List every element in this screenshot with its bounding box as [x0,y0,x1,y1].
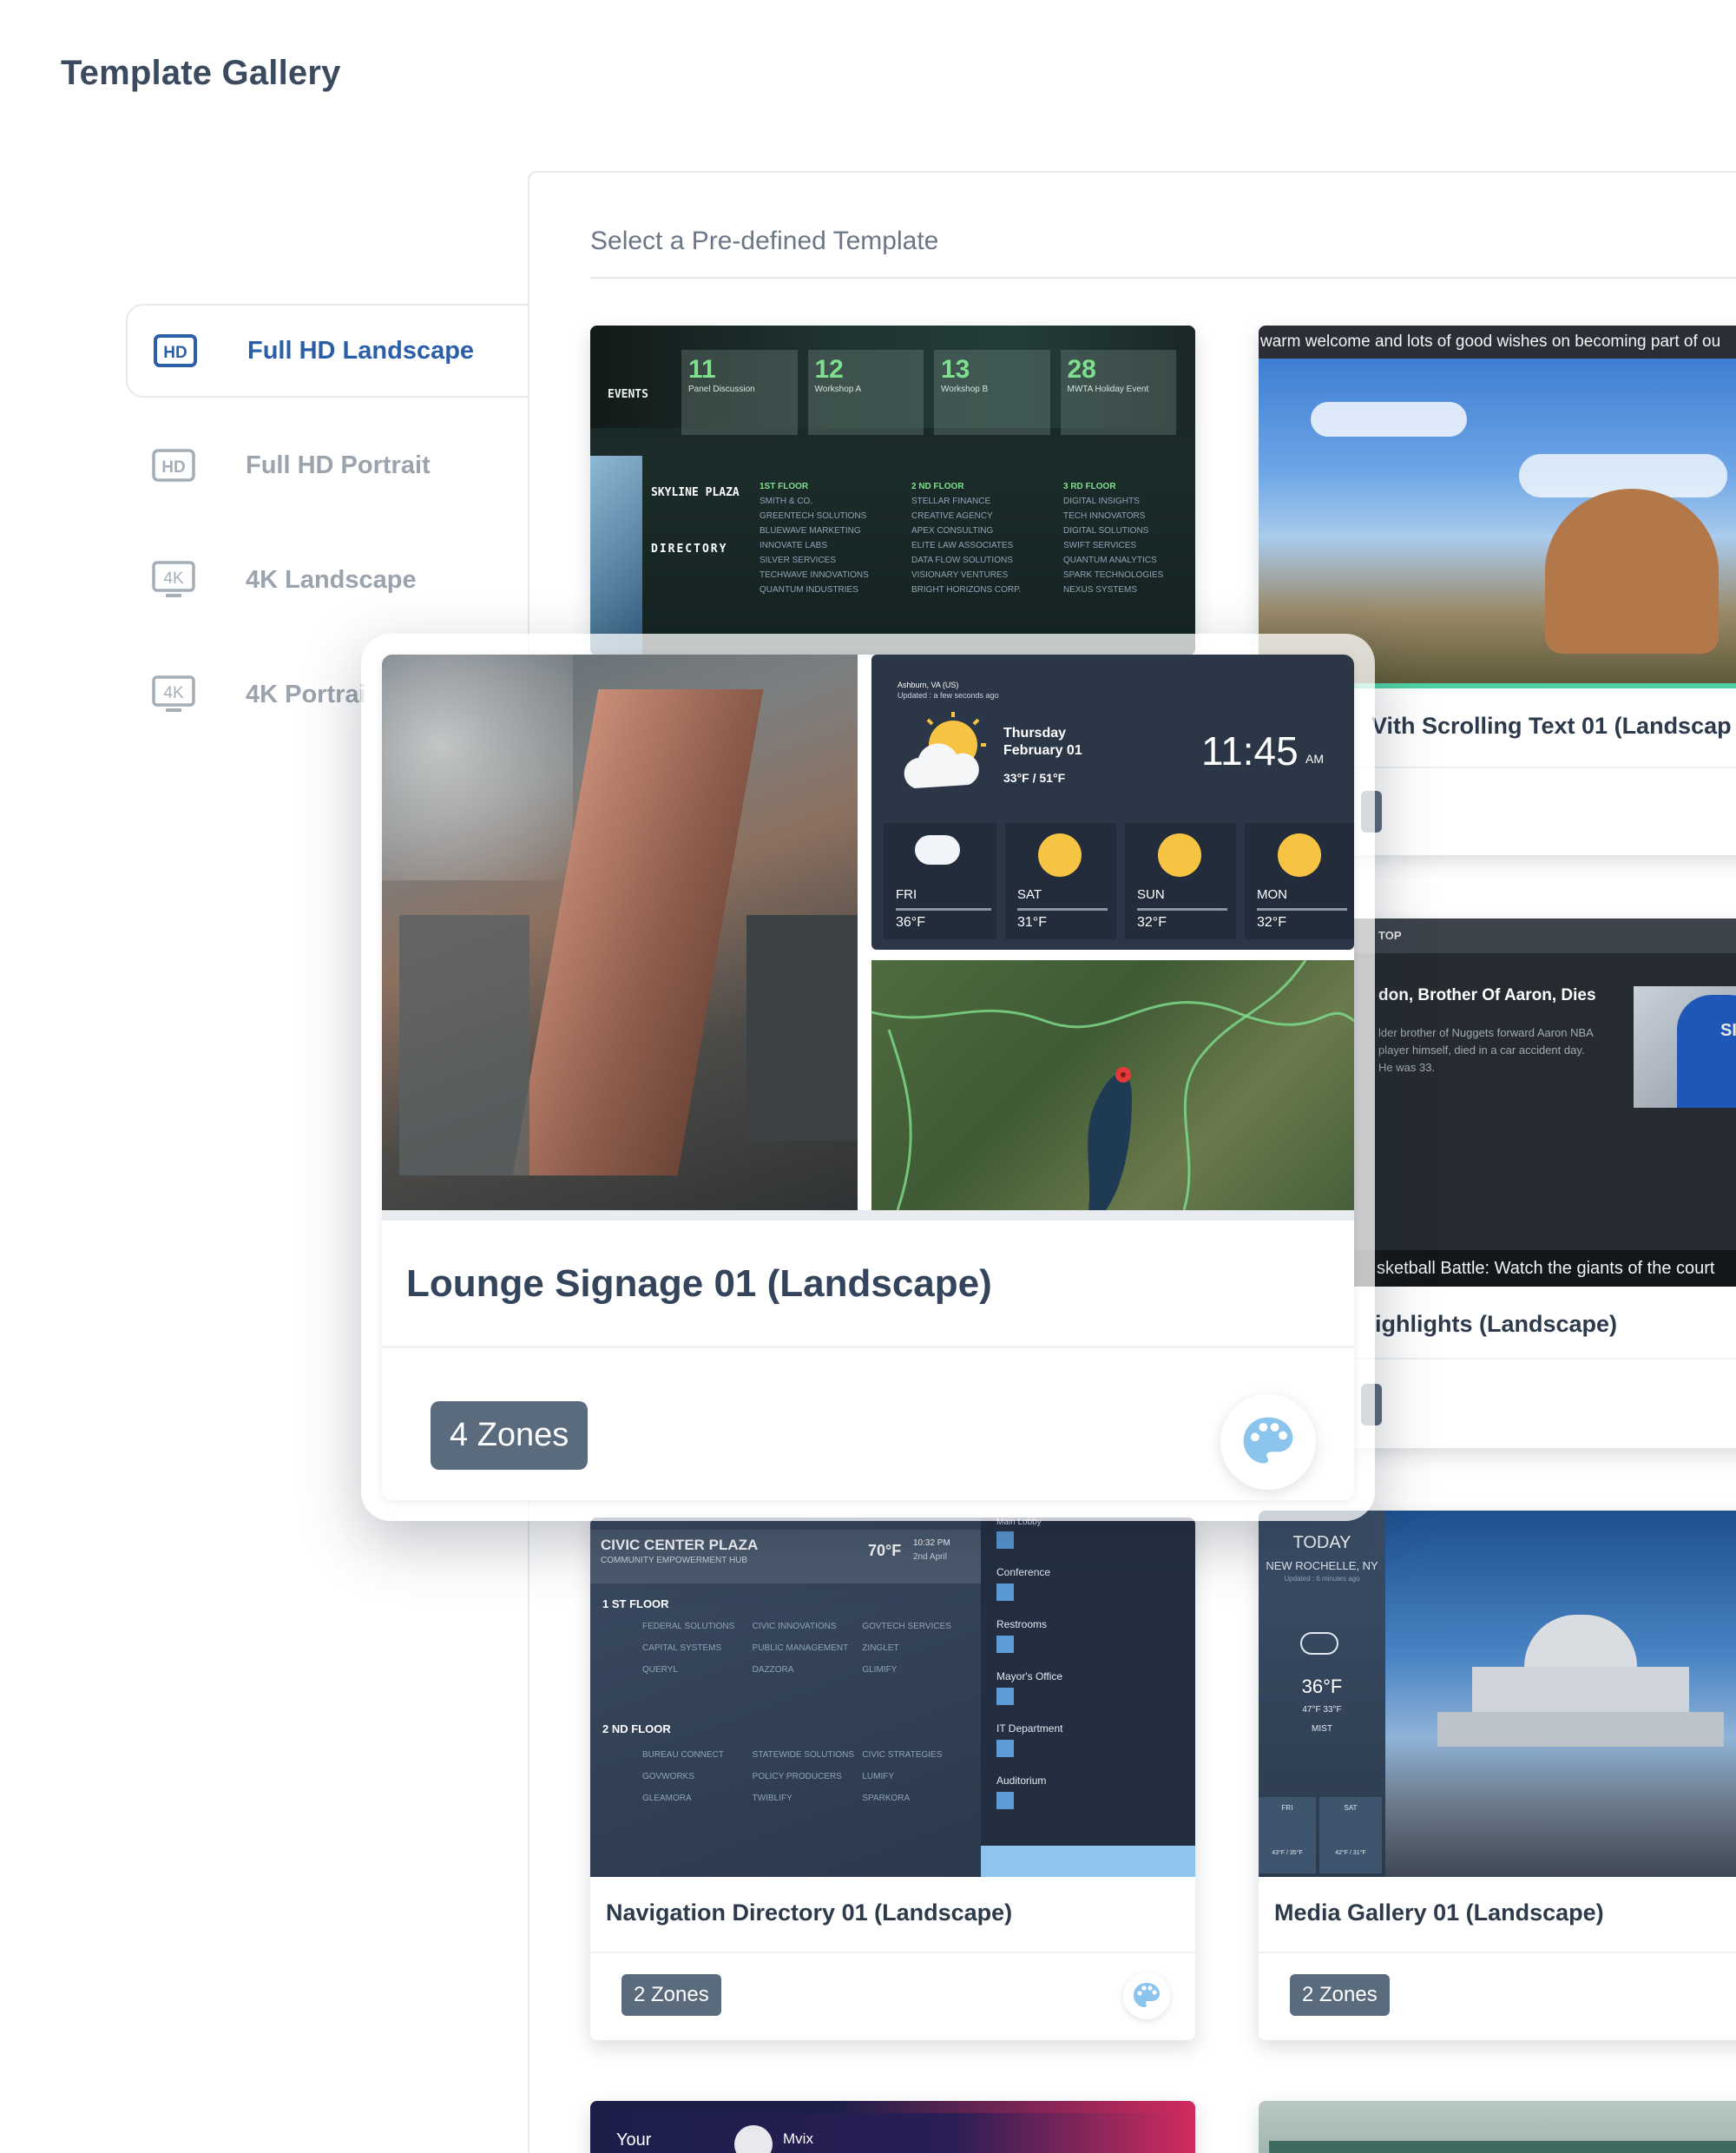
directory-label: DIRECTORY [651,543,728,556]
sidebar-item-full-hd-portrait[interactable]: HD Full HD Portrait [126,418,529,512]
template-thumbnail [1259,2101,1736,2153]
arrow-icon [996,1688,1014,1705]
current-temp: 36°F [1301,1676,1343,1697]
template-card-lounge-signage-hover[interactable]: Ashburn, VA (US) Updated : a few seconds… [361,634,1375,1521]
aerial-building-photo [382,655,858,1210]
sidebar-item-label: 4K Landscape [246,565,417,594]
weather-date: February 01 [1003,743,1082,758]
clock-time: 11:45 [1201,728,1299,774]
sun-cloud-icon [898,710,993,797]
sun-icon [1158,833,1201,877]
weather-widget: Ashburn, VA (US) Updated : a few seconds… [871,655,1354,951]
template-card-cityscape[interactable] [1259,2101,1736,2153]
sidebar-item-4k-landscape[interactable]: 4K 4K Landscape [126,533,529,627]
brand-name: Mvix [783,2130,813,2147]
4k-monitor-icon: 4K [150,675,197,712]
event-date-tile: 11 Panel Discussion [681,350,798,435]
template-thumbnail: TODAY NEW ROCHELLE, NY Updated : 6 minut… [1259,1511,1736,1877]
sidebar-item-label: Full HD Portrait [246,451,431,479]
events-label: EVENTS [608,388,648,401]
template-card-social-wall[interactable]: Your Mvix [590,2101,1195,2153]
divider [590,277,1736,279]
event-date-tile: 12 Workshop A [807,350,924,435]
player-photo: SIX [1634,986,1736,1108]
zones-badge: 4 Zones [431,1401,589,1470]
today-label: TODAY [1292,1533,1351,1552]
palette-icon [1134,1983,1160,2007]
your-label: Your [616,2130,652,2150]
weather-range: 33°F / 51°F [1003,771,1066,785]
card-title: ighlights (Landscape) [1375,1311,1618,1337]
card-title: Navigation Directory 01 (Landscape) [606,1900,1013,1926]
clock-ampm: AM [1305,752,1324,766]
arrow-icon [996,1636,1014,1653]
template-thumbnail: EVENTS 11 Panel Discussion 12 Workshop A… [590,326,1195,655]
arrow-icon [996,1792,1014,1809]
hover-card-content: Ashburn, VA (US) Updated : a few seconds… [382,655,1354,1500]
hd-icon: HD [152,333,199,368]
sidebar-item-label: Full HD Landscape [247,336,475,365]
zones-badge: 2 Zones [1290,1974,1390,2016]
arrow-icon [996,1583,1014,1601]
customize-button[interactable] [1220,1394,1316,1490]
sidebar-item-full-hd-landscape[interactable]: HD Full HD Landscape [126,304,534,398]
hd-icon: HD [150,448,197,483]
event-date-tile: 13 Workshop B [934,350,1050,435]
panel-heading: Select a Pre-defined Template [590,227,939,255]
building-name: SKYLINE PLAZA [651,486,740,499]
template-thumbnail: Your Mvix [590,2101,1195,2153]
template-card-navigation-directory[interactable]: CIVIC CENTER PLAZA COMMUNITY EMPOWERMENT… [590,1518,1195,2040]
news-body: lder brother of Nuggets forward Aaron NB… [1378,1026,1594,1074]
svg-text:4K: 4K [163,684,184,702]
map-widget [871,960,1354,1210]
sun-icon [1038,833,1082,877]
template-card-events-directory[interactable]: EVENTS 11 Panel Discussion 12 Workshop A… [590,326,1195,655]
card-title: Lounge Signage 01 (Landscape) [406,1262,992,1305]
svg-text:HD: HD [163,344,187,362]
arrow-icon [996,1531,1014,1549]
arrow-icon [996,1740,1014,1757]
divider [590,1952,1195,1953]
4k-monitor-icon: 4K [150,561,197,597]
rain-cloud-icon [915,835,960,865]
top-label: TOP [1378,929,1402,942]
card-title: Media Gallery 01 (Landscape) [1274,1900,1604,1926]
brand-avatar [734,2125,773,2153]
divider [382,1346,1354,1348]
weather-day: Thursday [1003,726,1067,741]
cloud-icon [1300,1632,1338,1655]
palette-icon [1243,1417,1293,1464]
template-thumbnail: CIVIC CENTER PLAZA COMMUNITY EMPOWERMENT… [590,1518,1195,1877]
capitol-photo [1385,1511,1736,1877]
svg-text:HD: HD [161,458,185,477]
template-card-media-gallery[interactable]: TODAY NEW ROCHELLE, NY Updated : 6 minut… [1259,1511,1736,2040]
scrolling-ticker: warm welcome and lots of good wishes on … [1259,326,1736,359]
svg-text:4K: 4K [163,570,184,588]
zones-badge: 2 Zones [621,1974,721,2016]
sun-icon [1278,833,1321,877]
event-date-tile: 28 MWTA Holiday Event [1060,350,1176,435]
news-headline: don, Brother Of Aaron, Dies [1378,986,1596,1004]
building-name: CIVIC CENTER PLAZA [601,1537,759,1553]
customize-button[interactable] [1123,1972,1170,2019]
divider [1259,1952,1736,1953]
temperature: 70°F [868,1542,902,1559]
sidebar-item-label: 4K Portrai [246,680,366,708]
page-title: Template Gallery [61,54,341,92]
card-title: Vith Scrolling Text 01 (Landscap [1371,713,1732,739]
